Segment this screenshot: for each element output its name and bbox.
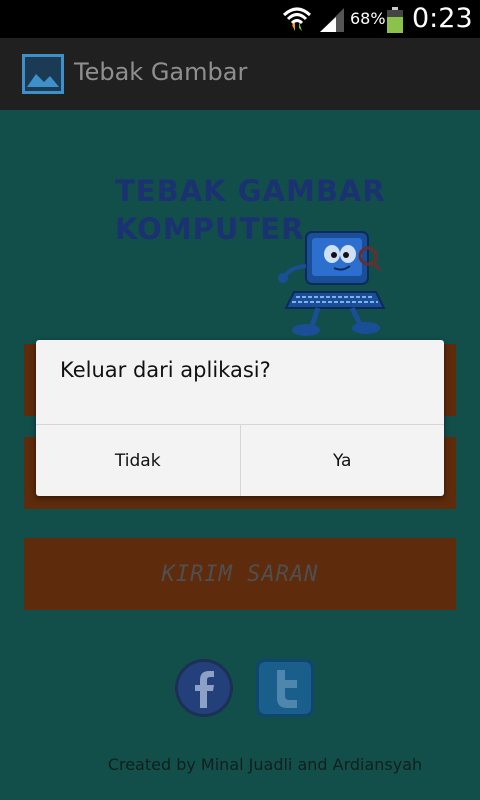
cancel-button[interactable]: Tidak [36, 425, 240, 496]
logo-line-1: TEBAK GAMBAR [115, 174, 386, 208]
picture-icon[interactable] [22, 54, 64, 94]
battery-percent: 68% [350, 9, 386, 28]
status-bar: 68% 0:23 [0, 0, 480, 38]
status-clock: 0:23 [412, 3, 473, 34]
exit-dialog: Keluar dari aplikasi? Tidak Ya [36, 340, 444, 496]
cell-signal-icon [320, 8, 344, 32]
credits-text: Created by Minal Juadli and Ardiansyah [107, 755, 423, 774]
twitter-icon[interactable] [255, 658, 315, 718]
dialog-button-row: Tidak Ya [36, 424, 444, 496]
action-bar: Tebak Gambar [0, 38, 480, 112]
confirm-button[interactable]: Ya [239, 425, 445, 496]
app-title: Tebak Gambar [74, 58, 248, 86]
wifi-icon [282, 7, 312, 31]
facebook-icon[interactable] [174, 658, 234, 718]
kirim-saran-button[interactable]: KIRIM SARAN [24, 538, 456, 610]
dialog-message: Keluar dari aplikasi? [60, 358, 271, 382]
battery-icon [387, 7, 403, 33]
computer-mascot-icon [278, 231, 386, 336]
